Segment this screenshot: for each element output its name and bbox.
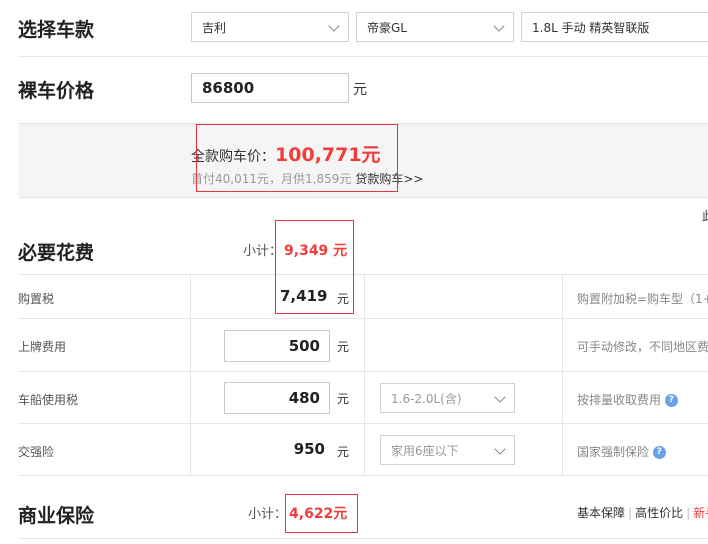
tab-value[interactable]: 高性价比 bbox=[635, 506, 683, 520]
chevron-down-icon bbox=[328, 20, 340, 32]
commercial-insurance-title: 商业保险 bbox=[18, 505, 95, 527]
registration-fee-unit: 元 bbox=[337, 340, 350, 354]
required-fees-title: 必要花费 bbox=[18, 242, 95, 264]
row-label-compulsory-insurance: 交强险 bbox=[18, 445, 55, 459]
edge-text: 此 bbox=[702, 207, 708, 224]
naked-price-title: 裸车价格 bbox=[18, 80, 95, 102]
row-label-purchase-tax: 购置税 bbox=[18, 292, 55, 306]
highlight-box bbox=[285, 494, 358, 533]
registration-fee-note: 可手动修改，不同地区费 bbox=[577, 340, 708, 354]
series-select-value: 帝豪GL bbox=[367, 20, 407, 35]
brand-select-value: 吉利 bbox=[202, 20, 227, 35]
divider bbox=[18, 371, 708, 372]
compulsory-insurance-note: 国家强制保险 ? bbox=[577, 443, 666, 460]
divider bbox=[18, 274, 708, 275]
model-select-value: 1.8L 手动 精英智联版 bbox=[532, 20, 650, 35]
divider bbox=[190, 274, 191, 475]
registration-fee-input[interactable]: 500 bbox=[224, 330, 330, 362]
naked-price-input[interactable]: 86800 bbox=[191, 73, 349, 103]
chevron-down-icon bbox=[494, 391, 506, 403]
tab-separator: | bbox=[628, 506, 633, 520]
purchase-tax-note: 购置附加税=购车型（1+ bbox=[577, 292, 708, 306]
series-select[interactable]: 帝豪GL bbox=[356, 12, 514, 42]
divider bbox=[18, 56, 708, 57]
row-label-vehicle-tax: 车船使用税 bbox=[18, 393, 79, 407]
seats-select-value: 家用6座以下 bbox=[391, 443, 459, 458]
chevron-down-icon bbox=[494, 443, 506, 455]
divider bbox=[18, 318, 708, 319]
highlight-box bbox=[275, 220, 354, 314]
divider bbox=[364, 274, 365, 475]
displacement-select-value: 1.6-2.0L(含) bbox=[391, 391, 462, 406]
divider bbox=[18, 475, 708, 476]
help-icon[interactable]: ? bbox=[664, 394, 678, 407]
divider bbox=[18, 538, 708, 539]
chevron-down-icon bbox=[493, 20, 505, 32]
naked-price-unit: 元 bbox=[353, 82, 367, 98]
highlight-box bbox=[196, 124, 398, 192]
compulsory-insurance-unit: 元 bbox=[337, 445, 350, 459]
compulsory-insurance-value: 950 bbox=[293, 440, 325, 458]
commercial-subtotal-label: 小计： bbox=[248, 507, 288, 522]
seats-select[interactable]: 家用6座以下 bbox=[380, 435, 515, 465]
help-icon[interactable]: ? bbox=[652, 446, 666, 459]
row-label-registration-fee: 上牌费用 bbox=[18, 340, 67, 354]
tab-basic[interactable]: 基本保障 bbox=[577, 506, 625, 520]
vehicle-tax-note: 按排量收取费用 ? bbox=[577, 391, 678, 408]
vehicle-tax-input[interactable]: 480 bbox=[224, 382, 330, 414]
tab-separator: | bbox=[686, 506, 691, 520]
compulsory-insurance-note-text: 国家强制保险 bbox=[577, 445, 650, 459]
brand-select[interactable]: 吉利 bbox=[191, 12, 349, 42]
vehicle-tax-note-text: 按排量收取费用 bbox=[577, 393, 662, 407]
insurance-tabs: 基本保障|高性价比|新手 bbox=[577, 504, 708, 521]
model-select[interactable]: 1.8L 手动 精英智联版 bbox=[521, 12, 708, 42]
tab-newbie[interactable]: 新手 bbox=[693, 506, 708, 520]
divider bbox=[18, 423, 708, 424]
divider bbox=[562, 274, 563, 475]
vehicle-tax-unit: 元 bbox=[337, 392, 350, 406]
select-car-title: 选择车款 bbox=[18, 19, 95, 41]
displacement-select[interactable]: 1.6-2.0L(含) bbox=[380, 383, 515, 413]
